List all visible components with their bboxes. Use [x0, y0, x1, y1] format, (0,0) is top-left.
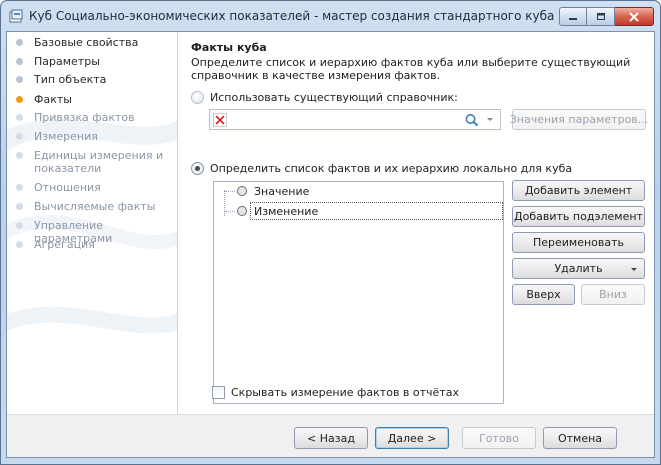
page-title: Факты куба [191, 41, 267, 54]
hide-dimension-label[interactable]: Скрывать измерение фактов в отчётах [231, 386, 459, 399]
step-label: Отношения [34, 181, 101, 194]
step-fact-binding: Привязка фактов [7, 111, 177, 124]
window-title: Куб Социально-экономических показателей … [29, 9, 555, 23]
add-child-element-button[interactable]: Добавить подэлемент [512, 206, 645, 227]
step-relations: Отношения [7, 181, 177, 194]
minimize-button[interactable] [559, 7, 587, 26]
wizard-client-area: Базовые свойства Параметры Тип объекта Ф… [6, 31, 655, 458]
maximize-button[interactable] [587, 7, 615, 26]
close-button[interactable] [615, 7, 654, 26]
step-object-type[interactable]: Тип объекта [7, 73, 177, 86]
add-element-button[interactable]: Добавить элемент [512, 180, 645, 201]
use-existing-radio[interactable] [191, 91, 204, 104]
step-bullet-icon [16, 114, 23, 121]
step-label: Факты [34, 93, 72, 106]
step-parameters[interactable]: Параметры [7, 55, 177, 68]
tree-connector [225, 211, 235, 212]
minimize-icon [569, 17, 577, 20]
step-label: Измерения [34, 130, 98, 143]
close-icon [629, 11, 639, 22]
delete-label: Удалить [554, 262, 603, 275]
step-dimensions: Измерения [7, 130, 177, 143]
back-button[interactable]: < Назад [294, 427, 368, 449]
step-facts[interactable]: Факты [7, 93, 177, 106]
chevron-down-icon[interactable] [486, 117, 494, 123]
step-label: Вычисляемые факты [34, 200, 156, 213]
page-description: Определите список и иерархию фактов куба… [191, 56, 631, 82]
rename-button[interactable]: Переименовать [512, 232, 645, 253]
fact-node-icon [237, 186, 247, 196]
step-aggregation: Агрегация [7, 238, 177, 251]
step-active-bullet-icon [16, 96, 23, 103]
invalid-value-icon [213, 113, 227, 127]
use-existing-label[interactable]: Использовать существующий справочник: [210, 91, 458, 104]
delete-button[interactable]: Удалить [512, 258, 645, 279]
step-label: Базовые свойства [34, 36, 139, 49]
reference-select[interactable] [209, 109, 501, 130]
fact-node-icon [237, 206, 247, 216]
step-bullet-icon [16, 39, 23, 46]
fact-item-change[interactable]: Изменение [254, 205, 318, 218]
title-bar[interactable]: Куб Социально-экономических показателей … [1, 1, 660, 31]
step-bullet-icon [16, 58, 23, 65]
step-label: Параметры [34, 55, 100, 68]
step-label: Тип объекта [34, 73, 107, 86]
maximize-icon [596, 12, 605, 20]
step-calculated-facts: Вычисляемые факты [7, 200, 177, 213]
search-icon[interactable] [464, 113, 480, 127]
move-down-button[interactable]: Вниз [581, 284, 645, 305]
cancel-button[interactable]: Отмена [543, 427, 617, 449]
wizard-steps-sidebar: Базовые свойства Параметры Тип объекта Ф… [7, 32, 178, 414]
step-label: Единицы измерения и показатели [34, 149, 164, 175]
step-basic-properties[interactable]: Базовые свойства [7, 36, 177, 49]
cube-app-icon [9, 9, 23, 23]
define-locally-label[interactable]: Определить список фактов и их иерархию л… [210, 162, 572, 175]
tree-connector [224, 190, 225, 216]
hide-dimension-checkbox[interactable] [212, 386, 225, 399]
step-bullet-icon [16, 203, 23, 210]
fact-item-value[interactable]: Значение [254, 185, 309, 198]
dropdown-arrow-icon [631, 268, 637, 271]
parameter-values-button[interactable]: Значения параметров... [510, 109, 648, 130]
wizard-footer: < Назад Далее > Готово Отмена [7, 414, 654, 457]
tree-connector [225, 191, 235, 192]
step-units-and-indicators: Единицы измерения и показатели [7, 149, 177, 175]
wizard-page-content: Факты куба Определите список и иерархию … [179, 32, 654, 414]
step-label: Агрегация [34, 238, 95, 251]
step-bullet-icon [16, 241, 23, 248]
step-bullet-icon [16, 133, 23, 140]
step-bullet-icon [16, 152, 23, 159]
wizard-window: Куб Социально-экономических показателей … [0, 0, 661, 465]
step-bullet-icon [16, 222, 23, 229]
step-bullet-icon [16, 184, 23, 191]
facts-tree[interactable]: Значение Изменение [213, 181, 504, 404]
finish-button[interactable]: Готово [462, 427, 536, 449]
step-bullet-icon [16, 76, 23, 83]
move-up-button[interactable]: Вверх [512, 284, 575, 305]
next-button[interactable]: Далее > [375, 427, 449, 449]
step-label: Привязка фактов [34, 111, 135, 124]
define-locally-radio[interactable] [191, 162, 204, 175]
